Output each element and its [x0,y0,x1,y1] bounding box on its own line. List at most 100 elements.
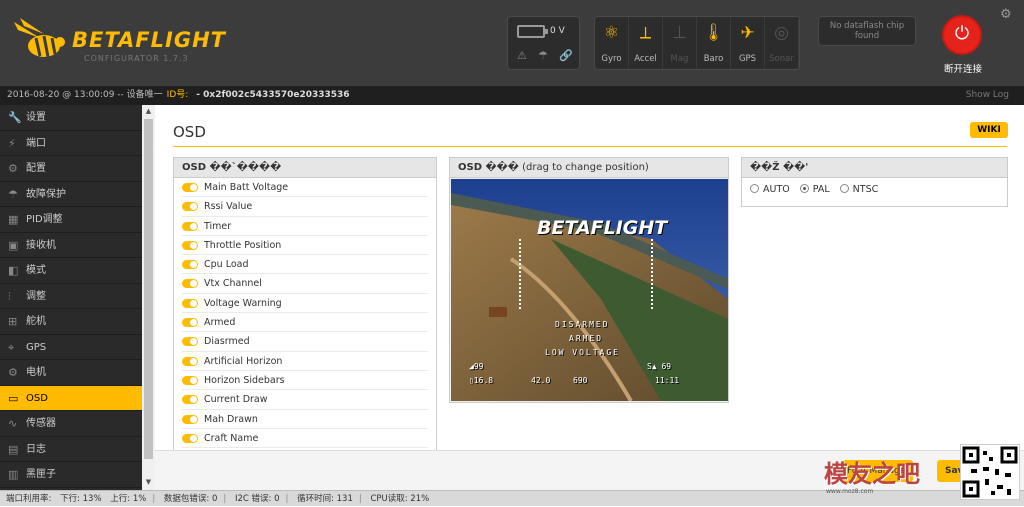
osd-cpu[interactable]: S▲ 69 [647,362,671,371]
toggle-switch[interactable] [182,279,198,289]
watermark-text: 模友之吧 [824,460,920,488]
adjustments-icon: ⫶ [8,289,11,303]
settings-gear-icon[interactable]: ⚙ [1000,7,1012,22]
osd-disarmed[interactable]: DISARMED [555,320,610,329]
scroll-up-icon[interactable]: ▲ [142,107,155,115]
sidebar-item-label: 传感器 [26,418,56,429]
warning-icon: ⚠ [517,49,527,62]
sensor-label: Baro [703,54,724,64]
video-format-ntsc[interactable]: NTSC [839,184,878,195]
toggle-switch[interactable] [182,414,198,424]
osd-element-row: Rssi Value [182,197,428,217]
link-icon: 🔗 [559,49,573,62]
show-log-link[interactable]: Show Log [966,86,1009,105]
radio-button[interactable] [750,184,759,193]
osd-element-label: Vtx Channel [204,278,262,290]
sidebar-item-motor[interactable]: ⚙ 电机 [0,360,155,386]
osd-element-row: Mah Drawn [182,410,428,429]
osd-element-label: Mah Drawn [204,413,258,425]
sensor-baro: 🌡 Baro [697,17,731,69]
scroll-down-icon[interactable]: ▼ [142,478,155,486]
toggle-switch[interactable] [182,298,198,308]
osd-rssi[interactable]: ◢99 [469,362,483,371]
motor-icon: ⚙ [8,366,18,379]
disconnect-button[interactable]: ⏻ [942,15,982,55]
sidebar-item-label: OSD [26,392,48,404]
i2c-errors: I2C 错误: 0 [234,494,280,504]
osd-timer[interactable]: 42.0 [531,376,550,385]
dataflash-status: No dataflash chip found [818,16,916,46]
sidebar-item-modes[interactable]: ◧ 模式 [0,258,155,284]
sensor-status-panel: ⚛ Gyro ⟂ Accel ⊥ Mag 🌡 Baro ✈ GPS ◎ Sonar [594,16,800,70]
toggle-switch[interactable] [182,202,198,212]
scrollbar-thumb[interactable] [144,119,153,459]
toggle-switch[interactable] [182,260,198,270]
sidebar-item-label: 调整 [26,290,46,302]
osd-element-row: Armed [182,313,428,333]
toggle-switch[interactable] [182,183,198,192]
toggle-switch[interactable] [182,433,198,443]
toggle-switch[interactable] [182,375,198,385]
osd-armed[interactable]: ARMED [569,334,603,343]
sidebar-scrollbar[interactable]: ▲ ▼ [142,105,155,490]
sidebar-item-label: 故障保护 [26,188,66,200]
radio-label: AUTO [763,184,790,195]
osd-element-label: Voltage Warning [204,297,282,309]
sonar-icon: ◎ [774,23,789,43]
wiki-button[interactable]: WIKI [970,122,1008,138]
radio-button[interactable] [799,184,809,193]
sidebar-item-gps[interactable]: ⌖ GPS [0,335,155,360]
sidebar-item-parachute[interactable]: ☂ 故障保护 [0,182,155,207]
sidebar-item-label: 接收机 [26,239,56,251]
header-bar: BETAFLIGHT CONFIGURATOR 1.7.3 0 V ⚠ ☂ 🔗 … [0,0,1024,86]
toggle-switch[interactable] [182,337,198,347]
osd-horizon-left [519,239,521,309]
sidebar-item-pid[interactable]: ▦ PID调整 [0,207,155,233]
video-format-auto[interactable]: AUTO [750,184,790,195]
sidebar-item-log[interactable]: ▤ 日志 [0,437,155,462]
sidebar-item-label: 模式 [26,265,46,276]
sidebar-item-wrench[interactable]: 🔧 设置 [0,105,155,131]
osd-logo[interactable]: BETAFLIGHT [537,217,667,239]
sidebar-item-label: 日志 [26,443,46,455]
sidebar-item-gear[interactable]: ⚙ 配置 [0,156,155,182]
toggle-switch[interactable] [182,356,198,366]
modes-icon: ◧ [8,264,19,277]
osd-clock[interactable]: 11:11 [655,376,679,385]
osd-low-voltage[interactable]: LOW VOLTAGE [545,348,620,357]
osd-preview-image[interactable]: BETAFLIGHT DISARMED ARMED LOW VOLTAGE ◢9… [451,179,728,401]
radio-button[interactable] [839,184,849,193]
osd-cpu-value: 69 [661,362,672,371]
sidebar-item-label: 设置 [26,112,46,123]
sidebar-item-label: 黑匣子 [26,469,56,480]
download-rate: 下行: 13% [60,494,102,504]
osd-element-row: Throttle Position [182,236,428,256]
sidebar-item-receiver[interactable]: ▣ 接收机 [0,233,155,258]
toggle-switch[interactable] [182,240,198,250]
video-format-pal[interactable]: PAL [799,184,830,195]
sidebar-item-adjustments[interactable]: ⫶ 调整 [0,284,155,309]
parachute-icon: ☂ [8,187,18,201]
device-id: - 0x2f002c5433570e20333536 [196,90,350,100]
disconnect-label[interactable]: 断开连接 [934,61,992,75]
id-label: ID号: [166,90,189,100]
preview-hint: (drag to change position) [522,162,649,173]
osd-voltage[interactable]: ▯16.8 [469,376,493,385]
pid-icon: ▦ [8,213,19,226]
sidebar-item-plug[interactable]: ⚡ 端口 [0,131,155,156]
sidebar-item-sensor[interactable]: ∿ 传感器 [0,411,155,437]
osd-mah[interactable]: 690 [573,376,587,385]
status-bar: 2016-08-20 @ 13:00:09 -- 设备唯一 ID号: - 0x2f0… [0,86,1024,105]
log-icon: ▤ [8,442,19,456]
sidebar-item-servo[interactable]: ⊞ 舵机 [0,309,155,335]
sensor-label: Accel [634,54,657,64]
toggle-switch[interactable] [182,221,198,231]
toggle-switch[interactable] [182,318,198,328]
failsafe-icon: ☂ [538,49,548,62]
sidebar-item-blackbox[interactable]: ▥ 黑匣子 [0,462,155,488]
toggle-switch[interactable] [182,395,198,405]
osd-element-label: Artificial Horizon [204,355,283,367]
sidebar-item-osd[interactable]: ▭ OSD [0,385,155,411]
gps-icon: ✈ [740,23,755,43]
watermark-logo: 模友之吧 www.moz8.com [822,446,942,500]
